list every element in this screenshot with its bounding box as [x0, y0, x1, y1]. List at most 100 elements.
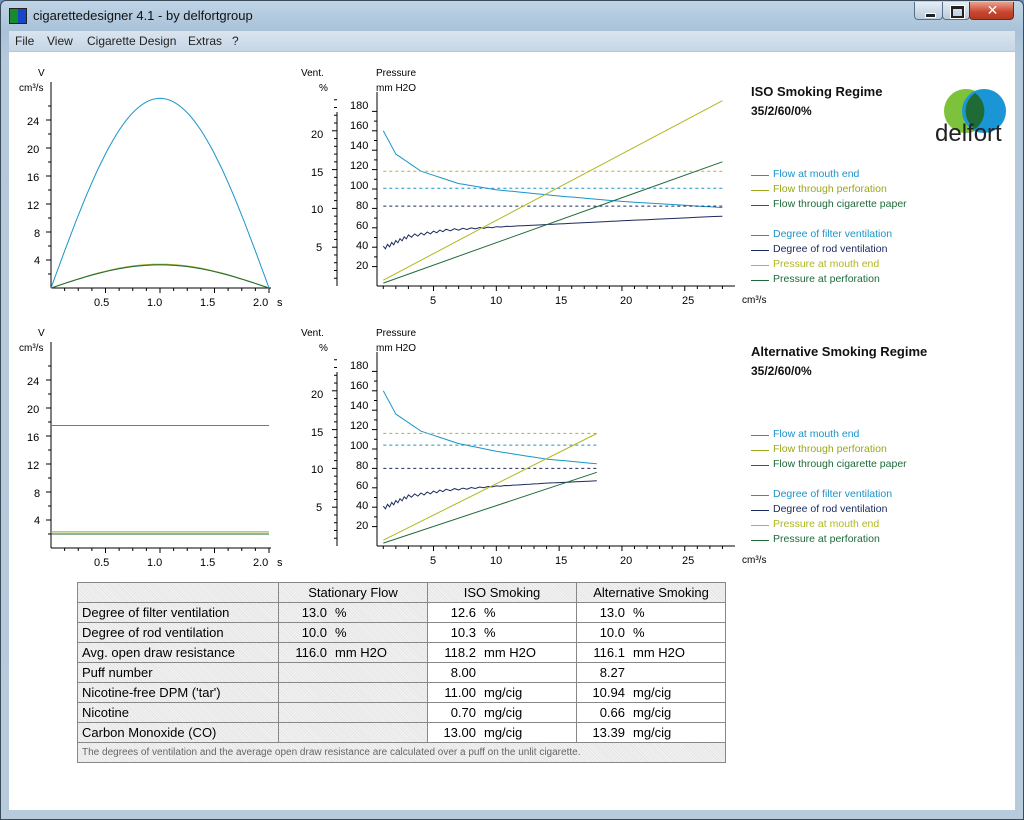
cell-unit: mg/cig: [633, 725, 672, 740]
cell-value: 10.3: [450, 625, 476, 640]
legend-label: Flow through perforation: [773, 183, 887, 195]
legend-label: Flow at mouth end: [773, 428, 860, 440]
series-line: [50, 97, 270, 289]
close-button[interactable]: ✕: [969, 2, 1014, 20]
menu-cigarette-design[interactable]: Cigarette Design: [87, 34, 176, 48]
pressure-axis-label: Pressure: [376, 68, 417, 79]
t-tick: 0.5: [94, 557, 110, 569]
cell-value: 10.0: [301, 625, 327, 640]
t-tick: 1.0: [147, 557, 163, 569]
v-tick: 12: [27, 460, 40, 472]
table-cell: 11.00 mg/cig: [427, 682, 577, 703]
table-row: Puff number 8.00 8.27: [77, 662, 726, 683]
table-header-empty: [77, 582, 279, 603]
pressure-tick: 40: [356, 240, 369, 252]
maximize-button[interactable]: [942, 2, 970, 20]
legend-label: Pressure at perforation: [773, 533, 880, 545]
pressure-tick: 120: [350, 420, 369, 432]
series-line: [50, 264, 270, 289]
app-window: cigarettedesigner 4.1 - by delfortgroup …: [0, 0, 1024, 820]
vent-axis-label: Vent.: [301, 328, 324, 339]
minimize-icon: [925, 13, 936, 18]
table-cell: 10.94 mg/cig: [576, 682, 726, 703]
cell-unit: %: [335, 625, 347, 640]
series-line: [383, 100, 723, 281]
cell-unit: %: [633, 605, 645, 620]
table-note: The degrees of ventilation and the avera…: [77, 742, 726, 763]
table-cell: 116.1 mm H2O: [576, 642, 726, 663]
table-cell: 118.2 mm H2O: [427, 642, 577, 663]
table-row: Nicotine 0.70 mg/cig 0.66 mg/cig: [77, 702, 726, 723]
table-cell: 8.27: [576, 662, 726, 683]
legend-swatch: [751, 190, 769, 191]
cell-unit: %: [484, 605, 496, 620]
flow-time-chart-iso: [46, 82, 271, 293]
t-axis-unit: s: [277, 297, 283, 309]
table-cell: [278, 662, 428, 683]
legend-swatch: [751, 265, 769, 266]
menu-file[interactable]: File: [15, 34, 34, 48]
menu-view[interactable]: View: [47, 34, 73, 48]
legend-swatch: [751, 450, 769, 451]
row-label: Degree of filter ventilation: [77, 602, 279, 623]
legend-swatch: [751, 465, 769, 466]
cell-value: 8.27: [599, 665, 625, 680]
flow-tick: 25: [682, 295, 695, 307]
table-header-alternative: Alternative Smoking: [576, 582, 726, 603]
v-tick: 24: [27, 376, 40, 388]
row-label: Nicotine-free DPM ('tar'): [77, 682, 279, 703]
table-cell: 116.0 mm H2O: [278, 642, 428, 663]
cell-value: 116.0: [295, 645, 327, 660]
table-cell: 13.0%: [278, 602, 428, 623]
legend-label: Pressure at mouth end: [773, 258, 880, 270]
legend-swatch: [751, 250, 769, 251]
legend-label: Degree of filter ventilation: [773, 488, 893, 500]
legend-label: Flow through cigarette paper: [773, 458, 907, 470]
series-line: [382, 130, 723, 209]
vent-tick: 20: [311, 389, 324, 401]
cell-value: 8.00: [450, 665, 476, 680]
legend-label: Pressure at mouth end: [773, 518, 880, 530]
table-cell: 13.00 mg/cig: [427, 722, 577, 743]
legend-label: Degree of rod ventilation: [773, 503, 888, 515]
menu-extras[interactable]: Extras: [188, 34, 222, 48]
pressure-tick: 140: [350, 400, 369, 412]
cell-value: 0.70: [450, 705, 476, 720]
flow-tick: 20: [620, 555, 633, 567]
row-label: Carbon Monoxide (CO): [77, 722, 279, 743]
legend-label: Flow at mouth end: [773, 168, 860, 180]
v-tick: 8: [34, 228, 41, 240]
v-tick: 16: [27, 432, 40, 444]
cell-value: 118.2: [444, 645, 476, 660]
legend-label: Flow through perforation: [773, 443, 887, 455]
flow-tick: 10: [490, 555, 503, 567]
series-line: [382, 215, 723, 250]
legend-swatch: [751, 205, 769, 206]
v-axis-label: V: [38, 68, 45, 79]
cell-value: 116.1: [593, 645, 625, 660]
menu-help[interactable]: ?: [232, 34, 239, 48]
flow-tick: 15: [555, 295, 568, 307]
cell-value: 13.0: [599, 605, 625, 620]
v-tick: 20: [27, 404, 40, 416]
pressure-tick: 180: [350, 360, 369, 372]
main-content: V cm³/s 24 20 16 12 8 4 0.5 1.0 1.5 2.0 …: [9, 52, 1015, 810]
legend-swatch: [751, 525, 769, 526]
v-tick: 4: [34, 255, 41, 267]
series-line: [383, 433, 598, 541]
results-table: Stationary Flow ISO Smoking Alternative …: [77, 582, 726, 763]
cell-unit: mm H2O: [484, 645, 536, 660]
legend-label: Degree of rod ventilation: [773, 243, 888, 255]
cell-value: 10.0: [599, 625, 625, 640]
cell-value: 12.6: [450, 605, 476, 620]
table-cell: 12.6%: [427, 602, 577, 623]
close-icon: ✕: [986, 3, 999, 19]
title-bar[interactable]: cigarettedesigner 4.1 - by delfortgroup …: [1, 1, 1023, 31]
minimize-button[interactable]: [914, 2, 943, 20]
menu-bar: File View Cigarette Design Extras ?: [9, 31, 1015, 51]
vent-tick: 15: [311, 427, 324, 439]
t-tick: 1.5: [200, 557, 216, 569]
pressure-tick: 40: [356, 500, 369, 512]
table-cell: 13.0%: [576, 602, 726, 623]
v-axis-unit: cm³/s: [19, 343, 44, 354]
